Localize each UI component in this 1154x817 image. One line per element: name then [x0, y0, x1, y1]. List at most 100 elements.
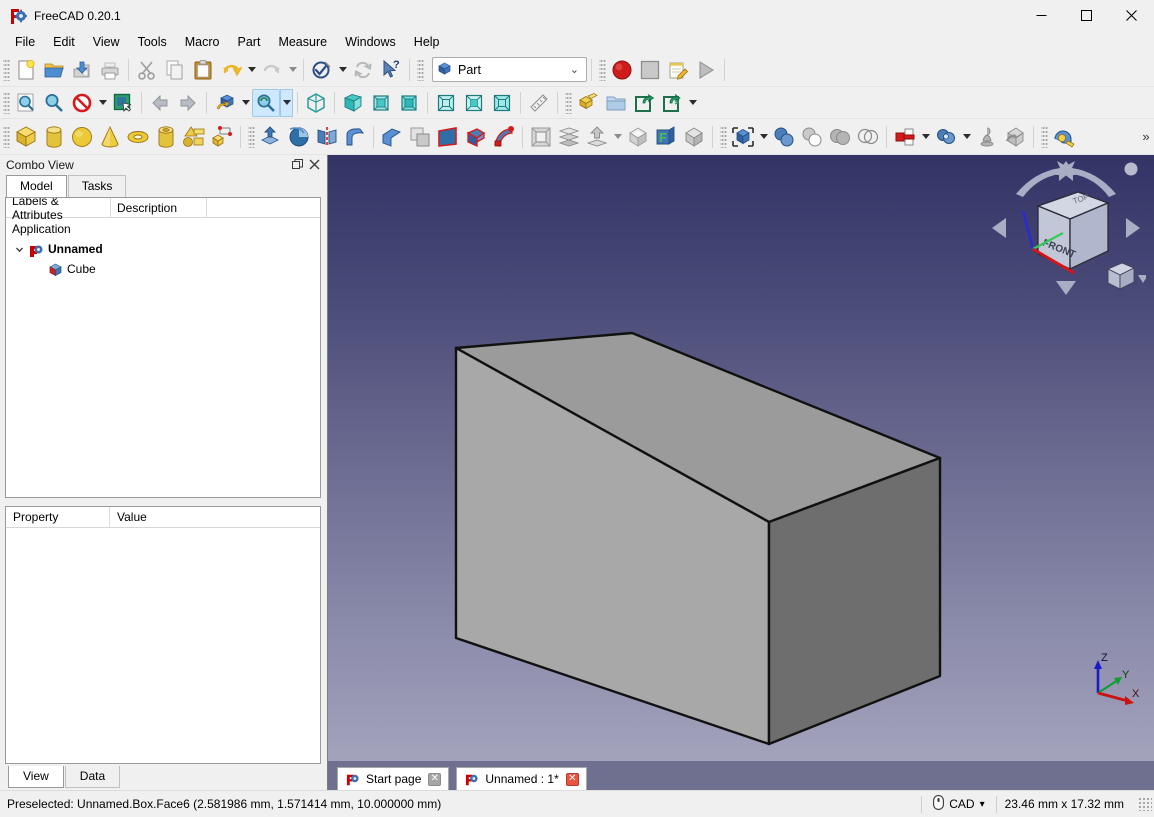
navigation-style-selector[interactable]: CAD ▾ [930, 793, 987, 815]
tab-data[interactable]: Data [64, 766, 121, 788]
rear-view-button[interactable] [432, 89, 460, 117]
paste-button[interactable] [189, 56, 217, 84]
draw-style-caret[interactable] [96, 89, 109, 117]
cross-sections-button[interactable] [555, 123, 583, 151]
fit-all-button[interactable] [12, 89, 40, 117]
macro-edit-button[interactable] [664, 56, 692, 84]
menu-edit[interactable]: Edit [44, 32, 84, 52]
tab-model[interactable]: Model [6, 175, 67, 197]
new-document-button[interactable] [12, 56, 40, 84]
view-back-button[interactable] [146, 89, 174, 117]
thickness-button[interactable] [624, 123, 652, 151]
fillet-button[interactable] [341, 123, 369, 151]
close-tab-icon[interactable]: ✕ [428, 772, 442, 786]
toolbar-grip[interactable] [3, 58, 10, 81]
intersection-button[interactable] [854, 123, 882, 151]
sphere-primitive-button[interactable] [68, 123, 96, 151]
create-group-button[interactable] [602, 89, 630, 117]
ruled-surface-button[interactable] [434, 123, 462, 151]
tree-column-extra[interactable] [207, 198, 320, 217]
view-rotate-button[interactable] [211, 89, 239, 117]
shape-builder-button[interactable] [180, 123, 208, 151]
torus-primitive-button[interactable] [124, 123, 152, 151]
whats-this-button[interactable]: ? [377, 56, 405, 84]
style-dropdown-caret[interactable] [336, 56, 349, 84]
check-geometry-button[interactable] [973, 123, 1001, 151]
defeaturing-button[interactable] [1001, 123, 1029, 151]
link-group-button[interactable] [658, 89, 686, 117]
macro-record-button[interactable] [608, 56, 636, 84]
extrude-button[interactable] [257, 123, 285, 151]
open-document-button[interactable] [40, 56, 68, 84]
union-button[interactable] [826, 123, 854, 151]
toolbar-grip[interactable] [565, 91, 572, 114]
menu-file[interactable]: File [6, 32, 44, 52]
undo-dropdown-caret[interactable] [245, 56, 258, 84]
workbench-selector[interactable]: Part ⌄ [432, 57, 587, 82]
tree-item-cube[interactable]: Cube [6, 259, 320, 279]
loft-button[interactable] [462, 123, 490, 151]
fit-selection-button[interactable] [40, 89, 68, 117]
tube-primitive-button[interactable] [152, 123, 180, 151]
menu-measure[interactable]: Measure [269, 32, 336, 52]
menu-tools[interactable]: Tools [129, 32, 176, 52]
tab-tasks[interactable]: Tasks [67, 175, 127, 197]
box-primitive-button[interactable] [12, 123, 40, 151]
toolbar-grip[interactable] [720, 125, 727, 148]
property-column-name[interactable]: Property [6, 507, 110, 527]
redo-dropdown-caret[interactable] [286, 56, 299, 84]
cut-shapes-button[interactable] [798, 123, 826, 151]
offset-caret[interactable] [611, 123, 624, 151]
toolbar-grip[interactable] [3, 91, 10, 114]
top-view-button[interactable] [367, 89, 395, 117]
toolbar-grip[interactable] [599, 58, 606, 81]
tree-column-labels[interactable]: Labels & Attributes [6, 198, 111, 222]
compound-caret[interactable] [757, 123, 770, 151]
close-panel-button[interactable] [306, 157, 323, 173]
menu-part[interactable]: Part [229, 32, 270, 52]
bottom-view-button[interactable] [460, 89, 488, 117]
cone-primitive-button[interactable] [96, 123, 124, 151]
chevron-down-icon[interactable] [12, 245, 27, 254]
chamfer-button[interactable] [378, 123, 406, 151]
link-object-button[interactable] [630, 89, 658, 117]
box-selection-button[interactable] [109, 89, 137, 117]
toolbar-grip[interactable] [417, 58, 424, 81]
make-face-button[interactable] [406, 123, 434, 151]
close-tab-icon[interactable]: ✕ [565, 772, 579, 786]
menu-windows[interactable]: Windows [336, 32, 405, 52]
float-panel-button[interactable] [289, 157, 306, 173]
redo-button[interactable] [258, 56, 286, 84]
front-view-button[interactable] [339, 89, 367, 117]
mirror-button[interactable] [313, 123, 341, 151]
tree-column-description[interactable]: Description [111, 198, 207, 217]
offset-3d-button[interactable] [583, 123, 611, 151]
copy-button[interactable] [161, 56, 189, 84]
tree-item-application[interactable]: Application [6, 219, 320, 239]
menu-view[interactable]: View [84, 32, 129, 52]
right-view-button[interactable] [395, 89, 423, 117]
join-caret[interactable] [919, 123, 932, 151]
color-per-face-button[interactable] [680, 123, 708, 151]
cylinder-primitive-button[interactable] [40, 123, 68, 151]
refresh-style-button[interactable] [308, 56, 336, 84]
zoom-tool-button[interactable] [252, 88, 280, 117]
toolbar-grip[interactable] [248, 125, 255, 148]
close-button[interactable] [1109, 0, 1154, 31]
left-view-button[interactable] [488, 89, 516, 117]
split-objects-button[interactable] [932, 123, 960, 151]
section-button[interactable] [527, 123, 555, 151]
cut-button[interactable] [133, 56, 161, 84]
3d-viewport[interactable]: TOP FRONT Z Y X [327, 155, 1154, 761]
draw-style-button[interactable] [68, 89, 96, 117]
measure-button[interactable] [525, 89, 553, 117]
print-button[interactable] [96, 56, 124, 84]
view-forward-button[interactable] [174, 89, 202, 117]
navigation-cube[interactable]: TOP FRONT [986, 159, 1146, 299]
link-group-caret[interactable] [686, 89, 699, 117]
split-caret[interactable] [960, 123, 973, 151]
tree-item-unnamed[interactable]: Unnamed [6, 239, 320, 259]
view-rotate-caret[interactable] [239, 89, 252, 117]
document-tab-unnamed[interactable]: Unnamed : 1* ✕ [456, 767, 587, 790]
measure-toolbar-button[interactable] [1050, 123, 1078, 151]
